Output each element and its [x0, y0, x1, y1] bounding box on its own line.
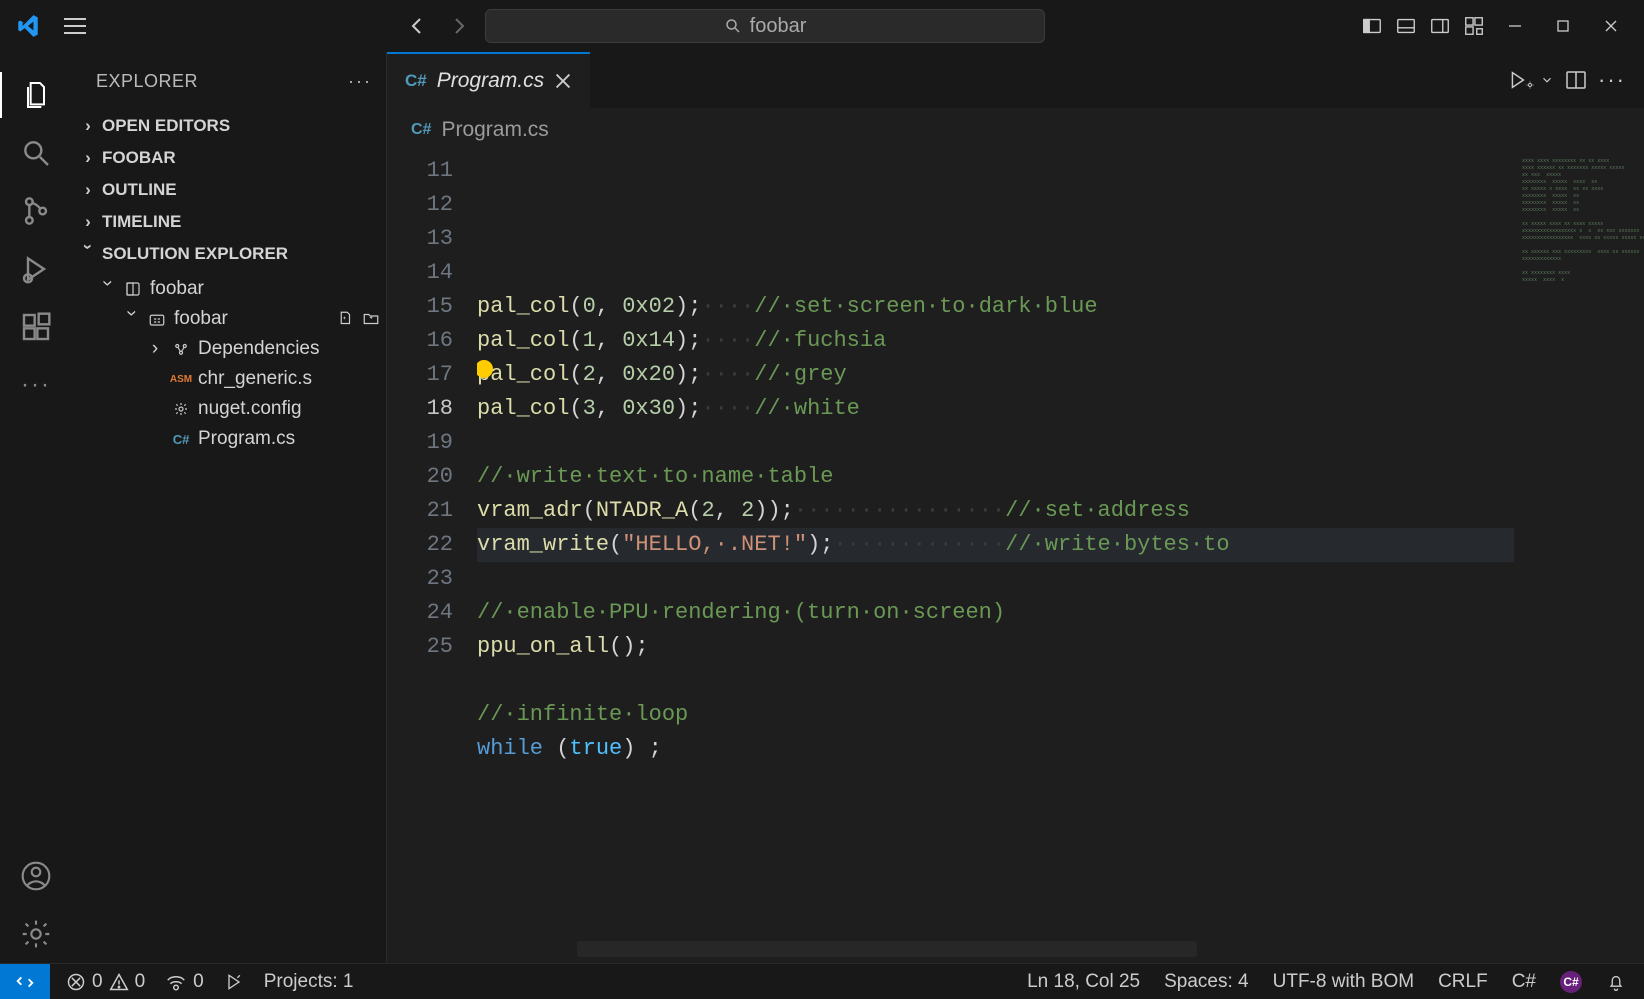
file-chr-generic[interactable]: › ASM chr_generic.s	[84, 364, 386, 394]
solution-root[interactable]: › foobar	[84, 274, 386, 304]
project-label: foobar	[174, 308, 228, 330]
minimap[interactable]: xxxx xxxx xxxxxxxx xx xx xxxx xxxx xxxxx…	[1514, 152, 1644, 963]
code-editor[interactable]: 111213141516171819202122232425 pal_col(0…	[387, 152, 1644, 963]
status-notifications-icon[interactable]	[1606, 972, 1626, 992]
tab-close-icon[interactable]	[554, 72, 572, 90]
status-bar: 0 0 0 Projects: 1 Ln 18, Col 25 Spaces: …	[0, 963, 1644, 999]
status-cursor-position[interactable]: Ln 18, Col 25	[1027, 971, 1140, 993]
layout-sidebar-right-icon[interactable]	[1426, 12, 1454, 40]
file-nuget-config[interactable]: › nuget.config	[84, 394, 386, 424]
status-debug-target[interactable]	[224, 972, 244, 992]
window-maximize-button[interactable]	[1542, 12, 1584, 40]
dependencies-label: Dependencies	[198, 338, 319, 360]
new-file-icon[interactable]	[336, 310, 354, 328]
breadcrumb[interactable]: C# Program.cs	[387, 108, 1644, 152]
activity-extensions[interactable]	[0, 298, 72, 356]
file-program-cs[interactable]: › C# Program.cs	[84, 424, 386, 454]
layout-customize-icon[interactable]	[1460, 12, 1488, 40]
solution-tree: › foobar › foobar › Dependencies ›	[72, 270, 386, 458]
layout-sidebar-left-icon[interactable]	[1358, 12, 1386, 40]
run-debug-button[interactable]	[1506, 69, 1554, 91]
sidebar-title: EXPLORER ···	[72, 52, 386, 110]
activity-bar: ···	[0, 52, 72, 963]
sidebar: EXPLORER ··· ›OPEN EDITORS ›FOOBAR ›OUTL…	[72, 52, 387, 963]
activity-explorer[interactable]	[0, 66, 72, 124]
csproj-icon	[146, 308, 168, 330]
dependencies-node[interactable]: › Dependencies	[84, 334, 386, 364]
solution-root-label: foobar	[150, 278, 204, 300]
csharp-file-icon: C#	[405, 71, 427, 91]
activity-more[interactable]: ···	[0, 356, 72, 414]
status-language[interactable]: C#	[1512, 971, 1536, 993]
breadcrumb-file: Program.cs	[441, 118, 548, 142]
status-encoding[interactable]: UTF-8 with BOM	[1273, 971, 1414, 993]
file-program-label: Program.cs	[198, 428, 295, 450]
dependencies-icon	[170, 338, 192, 360]
asm-file-icon: ASM	[170, 368, 192, 390]
window-close-button[interactable]	[1590, 12, 1632, 40]
editor-more-icon[interactable]: ···	[1598, 67, 1626, 93]
line-number-gutter: 111213141516171819202122232425	[387, 152, 477, 963]
split-editor-icon[interactable]	[1564, 68, 1588, 92]
csharp-file-icon: C#	[411, 121, 431, 139]
status-csharp-badge[interactable]: C#	[1560, 971, 1582, 993]
title-bar: foobar	[0, 0, 1644, 52]
window-minimize-button[interactable]	[1494, 12, 1536, 40]
command-center-search[interactable]: foobar	[485, 9, 1045, 43]
file-nuget-label: nuget.config	[198, 398, 302, 420]
horizontal-scrollbar[interactable]	[577, 941, 1197, 957]
activity-search[interactable]	[0, 124, 72, 182]
csharp-file-icon: C#	[170, 428, 192, 450]
new-folder-icon[interactable]	[362, 310, 380, 328]
vscode-logo-icon	[14, 12, 42, 40]
status-eol[interactable]: CRLF	[1438, 971, 1488, 993]
status-indentation[interactable]: Spaces: 4	[1164, 971, 1249, 993]
tab-bar: C# Program.cs ···	[387, 52, 1644, 108]
layout-panel-icon[interactable]	[1392, 12, 1420, 40]
activity-debug[interactable]	[0, 240, 72, 298]
section-open-editors[interactable]: ›OPEN EDITORS	[72, 110, 386, 142]
status-problems[interactable]: 0 0	[66, 971, 145, 993]
section-timeline[interactable]: ›TIMELINE	[72, 206, 386, 238]
nav-back-button[interactable]	[401, 10, 433, 42]
menu-icon[interactable]	[62, 13, 88, 39]
tab-label: Program.cs	[437, 69, 544, 93]
config-file-icon	[170, 398, 192, 420]
remote-indicator[interactable]	[0, 964, 50, 999]
section-outline[interactable]: ›OUTLINE	[72, 174, 386, 206]
nav-forward-button[interactable]	[443, 10, 475, 42]
activity-account[interactable]	[0, 847, 72, 905]
search-text: foobar	[750, 15, 807, 38]
activity-settings[interactable]	[0, 905, 72, 963]
file-chr-label: chr_generic.s	[198, 368, 312, 390]
project-node[interactable]: › foobar	[84, 304, 386, 334]
solution-icon	[122, 278, 144, 300]
code-content[interactable]: pal_col(0, 0x02);····//·set·screen·to·da…	[477, 152, 1514, 963]
section-workspace[interactable]: ›FOOBAR	[72, 142, 386, 174]
activity-source-control[interactable]	[0, 182, 72, 240]
status-projects[interactable]: Projects: 1	[264, 971, 354, 993]
sidebar-more-icon[interactable]: ···	[348, 71, 372, 92]
status-ports[interactable]: 0	[165, 971, 204, 993]
section-solution-explorer[interactable]: › SOLUTION EXPLORER	[72, 238, 386, 270]
tab-program-cs[interactable]: C# Program.cs	[387, 52, 590, 108]
editor-area: C# Program.cs ··· C# Program.cs 1112	[387, 52, 1644, 963]
